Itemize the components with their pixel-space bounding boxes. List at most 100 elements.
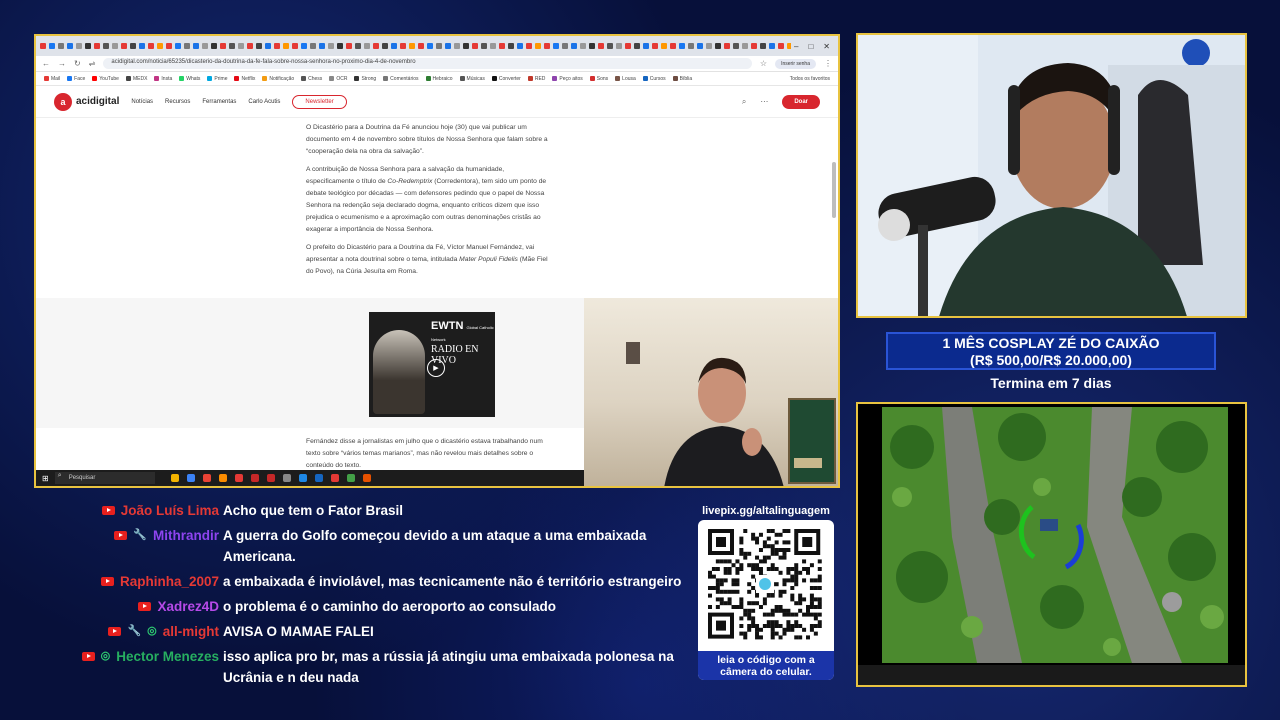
nav-ferramentas[interactable]: Ferramentas xyxy=(202,99,236,105)
chat-username[interactable]: João Luís Lima xyxy=(121,500,219,521)
tab-favicon-icon[interactable] xyxy=(121,43,127,49)
bookmark-item[interactable]: Sons xyxy=(589,76,608,82)
tab-favicon-icon[interactable] xyxy=(481,43,487,49)
tab-favicon-icon[interactable] xyxy=(427,43,433,49)
tab-favicon-icon[interactable] xyxy=(292,43,298,49)
tab-favicon-icon[interactable] xyxy=(157,43,163,49)
taskbar-app-icon[interactable] xyxy=(346,474,355,482)
ewtn-radio-ad[interactable]: EWTN Global Catholic Network RADIO EN VI… xyxy=(369,312,495,417)
tab-favicon-icon[interactable] xyxy=(697,43,703,49)
tab-favicon-icon[interactable] xyxy=(382,43,388,49)
all-bookmarks-link[interactable]: Todos os favoritos xyxy=(790,76,830,82)
tab-favicon-icon[interactable] xyxy=(652,43,658,49)
bookmark-item[interactable]: Cursos xyxy=(642,76,666,82)
tab-favicon-icon[interactable] xyxy=(607,43,613,49)
tab-favicon-icon[interactable] xyxy=(193,43,199,49)
tab-favicon-icon[interactable] xyxy=(445,43,451,49)
chat-username[interactable]: Xadrez4D xyxy=(157,596,219,617)
tab-favicon-icon[interactable] xyxy=(373,43,379,49)
tab-favicon-icon[interactable] xyxy=(355,43,361,49)
play-icon[interactable]: ▶ xyxy=(427,359,445,377)
bookmark-item[interactable]: Bíblia xyxy=(672,76,692,82)
bookmark-item[interactable]: Notificação xyxy=(262,76,294,82)
minimize-icon[interactable]: – xyxy=(794,42,798,51)
nav-recursos[interactable]: Recursos xyxy=(165,99,190,105)
tab-favicon-icon[interactable] xyxy=(787,43,791,49)
tab-favicon-icon[interactable] xyxy=(94,43,100,49)
tab-favicon-icon[interactable] xyxy=(670,43,676,49)
tab-favicon-icon[interactable] xyxy=(490,43,496,49)
tab-favicon-icon[interactable] xyxy=(49,43,55,49)
tab-favicon-icon[interactable] xyxy=(769,43,775,49)
nav-carlo-acutis[interactable]: Carlo Acutis xyxy=(248,99,280,105)
tab-favicon-icon[interactable] xyxy=(544,43,550,49)
tab-favicon-icon[interactable] xyxy=(175,43,181,49)
bookmark-item[interactable]: Prime xyxy=(207,76,227,82)
taskbar-app-icon[interactable] xyxy=(282,474,291,482)
tab-favicon-icon[interactable] xyxy=(454,43,460,49)
taskbar-app-icon[interactable] xyxy=(218,474,227,482)
menu-dots-icon[interactable]: ⋮ xyxy=(824,59,832,68)
taskbar-app-icon[interactable] xyxy=(170,474,179,482)
bookmark-star-icon[interactable]: ☆ xyxy=(760,59,767,68)
tab-favicon-icon[interactable] xyxy=(418,43,424,49)
tab-favicon-icon[interactable] xyxy=(679,43,685,49)
more-icon[interactable]: ⋯ xyxy=(760,97,768,106)
tab-favicon-icon[interactable] xyxy=(148,43,154,49)
tab-favicon-icon[interactable] xyxy=(499,43,505,49)
tab-favicon-icon[interactable] xyxy=(526,43,532,49)
page-scrollbar[interactable] xyxy=(832,162,836,218)
tab-favicon-icon[interactable] xyxy=(301,43,307,49)
tab-favicon-icon[interactable] xyxy=(67,43,73,49)
chat-username[interactable]: Hector Menezes xyxy=(116,646,219,667)
back-icon[interactable]: ← xyxy=(42,59,50,68)
tab-favicon-icon[interactable] xyxy=(742,43,748,49)
tab-favicon-icon[interactable] xyxy=(472,43,478,49)
tab-favicon-icon[interactable] xyxy=(346,43,352,49)
game-map[interactable] xyxy=(882,407,1228,663)
bookmark-item[interactable]: Chess xyxy=(301,76,322,82)
tab-favicon-icon[interactable] xyxy=(337,43,343,49)
tab-favicon-icon[interactable] xyxy=(706,43,712,49)
bookmark-item[interactable]: Whats xyxy=(179,76,200,82)
tab-favicon-icon[interactable] xyxy=(85,43,91,49)
tab-favicon-icon[interactable] xyxy=(715,43,721,49)
bookmark-item[interactable]: OCR xyxy=(329,76,347,82)
bookmark-item[interactable]: YouTube xyxy=(92,76,119,82)
chat-username[interactable]: Mithrandir xyxy=(153,525,219,546)
tab-favicon-icon[interactable] xyxy=(256,43,262,49)
tab-favicon-icon[interactable] xyxy=(508,43,514,49)
site-info-icon[interactable]: ⇌ xyxy=(89,59,96,68)
tab-favicon-icon[interactable] xyxy=(265,43,271,49)
tab-favicon-icon[interactable] xyxy=(661,43,667,49)
tab-favicon-icon[interactable] xyxy=(400,43,406,49)
tab-favicon-icon[interactable] xyxy=(229,43,235,49)
donate-button[interactable]: Doar xyxy=(782,94,820,109)
tab-favicon-icon[interactable] xyxy=(310,43,316,49)
tab-favicon-icon[interactable] xyxy=(139,43,145,49)
tab-favicon-icon[interactable] xyxy=(130,43,136,49)
tab-favicon-icon[interactable] xyxy=(436,43,442,49)
maximize-icon[interactable]: □ xyxy=(808,42,813,51)
tab-favicon-icon[interactable] xyxy=(202,43,208,49)
tab-favicon-icon[interactable] xyxy=(616,43,622,49)
taskbar-app-icon[interactable] xyxy=(186,474,195,482)
game-toolbar[interactable] xyxy=(858,665,1245,685)
taskbar-app-icon[interactable] xyxy=(330,474,339,482)
tab-favicon-icon[interactable] xyxy=(103,43,109,49)
tab-favicon-icon[interactable] xyxy=(247,43,253,49)
search-icon[interactable]: ⌕ xyxy=(742,97,746,107)
bookmark-item[interactable]: Netflix xyxy=(234,76,255,82)
tab-favicon-icon[interactable] xyxy=(535,43,541,49)
tab-favicon-icon[interactable] xyxy=(517,43,523,49)
bookmark-item[interactable]: Hebraico xyxy=(425,76,453,82)
reload-icon[interactable]: ↻ xyxy=(74,59,81,68)
taskbar-app-icon[interactable] xyxy=(298,474,307,482)
url-field[interactable]: acidigital.com/noticia/65235/dicasterio-… xyxy=(103,58,752,69)
windows-icon[interactable]: ⊞ xyxy=(42,474,49,483)
chat-username[interactable]: all-might xyxy=(163,621,219,642)
tab-favicon-icon[interactable] xyxy=(778,43,784,49)
tab-favicon-icon[interactable] xyxy=(328,43,334,49)
tab-favicon-icon[interactable] xyxy=(76,43,82,49)
tab-favicon-icon[interactable] xyxy=(634,43,640,49)
